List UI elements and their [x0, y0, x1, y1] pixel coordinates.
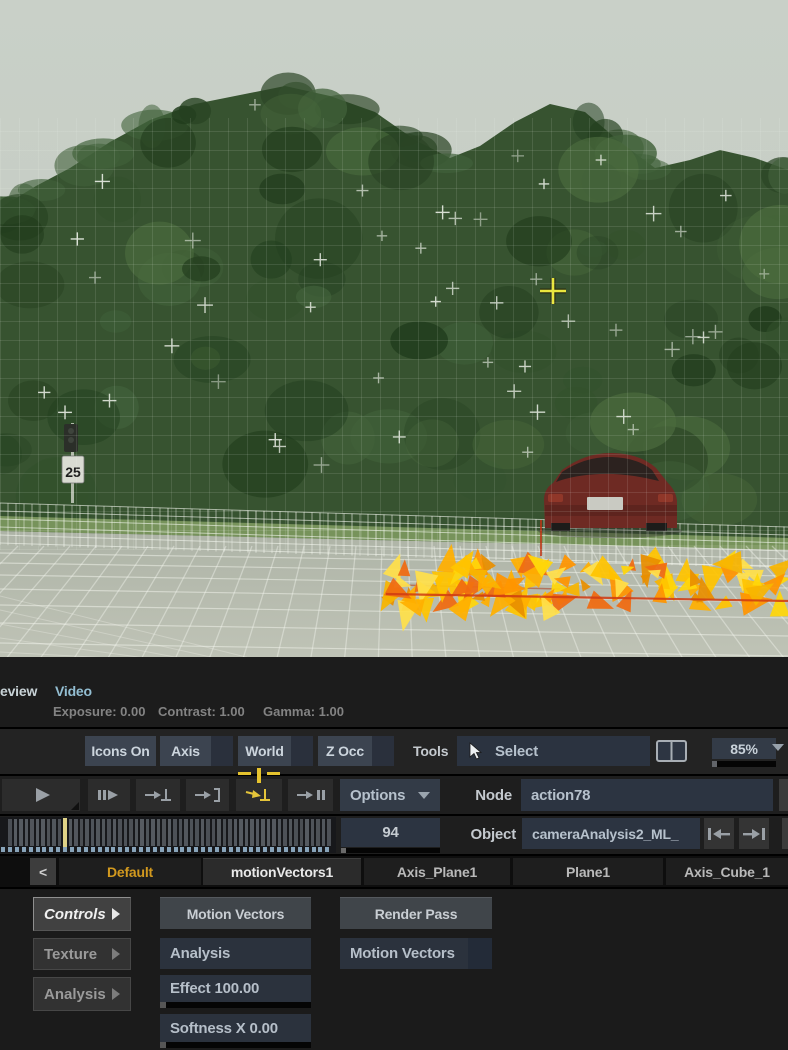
jump-last-icon — [743, 827, 765, 840]
frame-timeline[interactable] — [0, 817, 336, 853]
options-dropdown-arrow-icon — [418, 791, 430, 799]
object-tabs-bar: < Default motionVectors1 Axis_Plane1 Pla… — [0, 856, 788, 887]
compositing-app-window: 25 eview Video Exposure: 0.00 Contrast: … — [0, 0, 788, 1050]
play-step-icon — [98, 790, 118, 800]
jump-first-icon — [708, 827, 730, 840]
frame-slider[interactable] — [341, 848, 440, 853]
goto-end-button[interactable] — [186, 779, 229, 811]
node-name-field[interactable]: action78 — [521, 779, 773, 811]
split-view-icon — [656, 740, 687, 762]
zoom-slider[interactable] — [712, 761, 776, 767]
effect-value-field[interactable]: Effect 100.00 — [160, 975, 311, 1002]
goto-pause-icon — [296, 790, 325, 800]
section-arrow-icon — [112, 948, 120, 960]
section-arrow-icon — [112, 988, 120, 1000]
effect-slider[interactable] — [160, 1002, 311, 1008]
object-name-field[interactable]: cameraAnalysis2_ML_ — [522, 818, 700, 849]
zoom-dropdown-arrow-icon[interactable] — [772, 744, 784, 751]
tools-label: Tools — [413, 743, 449, 759]
tab-axis-plane1[interactable]: Axis_Plane1 — [364, 858, 510, 885]
goto-next-keyframe-button[interactable] — [136, 779, 180, 811]
zoom-level-value[interactable]: 85% — [712, 738, 776, 759]
goto-bracket-icon — [194, 788, 220, 802]
viewport-3d[interactable]: 25 — [0, 0, 788, 657]
tab-axis-cube-1[interactable]: Axis_Cube_1 — [666, 858, 788, 885]
softness-x-slider[interactable] — [160, 1042, 311, 1048]
timeline-row: 94 Object cameraAnalysis2_ML_ — [0, 816, 788, 854]
section-arrow-icon — [112, 908, 120, 920]
goto-keyframe-icon — [145, 789, 171, 801]
options-dropdown[interactable]: Options — [340, 779, 440, 811]
jump-last-button[interactable] — [739, 818, 769, 849]
scene-canvas[interactable]: 25 — [0, 0, 788, 657]
goto-keyframe-active-button[interactable] — [236, 779, 282, 811]
current-frame-field[interactable]: 94 — [341, 818, 440, 847]
section-texture[interactable]: Texture — [33, 938, 131, 970]
play-button[interactable] — [2, 779, 80, 811]
sign-text: 25 — [65, 464, 81, 480]
split-view-button[interactable] — [655, 739, 688, 763]
world-button[interactable]: World — [238, 736, 313, 766]
object-label: Object — [470, 826, 517, 843]
tab-default[interactable]: Default — [59, 858, 201, 885]
play-step-button[interactable] — [88, 779, 130, 811]
contrast-readout: Contrast: 1.00 — [158, 704, 245, 719]
control-panel: Controls Texture Analysis Motion Vectors… — [0, 889, 788, 1050]
select-tool-button[interactable]: Select — [457, 736, 650, 766]
motion-vectors-select[interactable]: Motion Vectors — [340, 938, 492, 969]
motion-vectors-button[interactable]: Motion Vectors — [160, 897, 311, 929]
goto-pause-button[interactable] — [288, 779, 333, 811]
jump-first-button[interactable] — [704, 818, 734, 849]
softness-x-value-field[interactable]: Softness X 0.00 — [160, 1014, 311, 1042]
motion-vectors-select-strip[interactable] — [468, 938, 492, 969]
section-controls[interactable]: Controls — [33, 897, 131, 931]
axis-button[interactable]: Axis — [160, 736, 233, 766]
render-pass-button[interactable]: Render Pass — [340, 897, 492, 929]
section-analysis[interactable]: Analysis — [33, 977, 131, 1011]
node-nav-button-partial[interactable] — [779, 779, 788, 811]
tab-preview-partial[interactable]: eview — [0, 683, 37, 699]
axis-dropdown-strip[interactable] — [211, 736, 233, 766]
tab-plane1[interactable]: Plane1 — [513, 858, 663, 885]
z-occ-dropdown-strip[interactable] — [372, 736, 394, 766]
icons-on-button[interactable]: Icons On — [85, 736, 156, 766]
object-nav-button-partial[interactable] — [782, 818, 788, 849]
select-cursor-icon — [469, 742, 483, 760]
tab-motionvectors1[interactable]: motionVectors1 — [203, 858, 361, 885]
tab-video[interactable]: Video — [55, 683, 92, 699]
exposure-readout: Exposure: 0.00 — [53, 704, 146, 719]
world-dropdown-strip[interactable] — [291, 736, 313, 766]
goto-keyframe-active-icon — [245, 789, 270, 801]
z-occ-button[interactable]: Z Occ — [318, 736, 394, 766]
analysis-toggle[interactable]: Analysis — [160, 938, 311, 969]
view-toolbar: Icons On Axis World Z Occ Tools Select 8… — [0, 729, 788, 774]
transport-bar: Options Node action78 — [0, 776, 788, 814]
node-label: Node — [475, 787, 512, 804]
gamma-readout: Gamma: 1.00 — [263, 704, 344, 719]
zoom-level-control[interactable]: 85% — [712, 738, 776, 767]
preview-info-bar: eview Video Exposure: 0.00 Contrast: 1.0… — [0, 657, 788, 727]
play-icon — [36, 788, 50, 802]
tabs-back-button[interactable]: < — [30, 858, 56, 885]
